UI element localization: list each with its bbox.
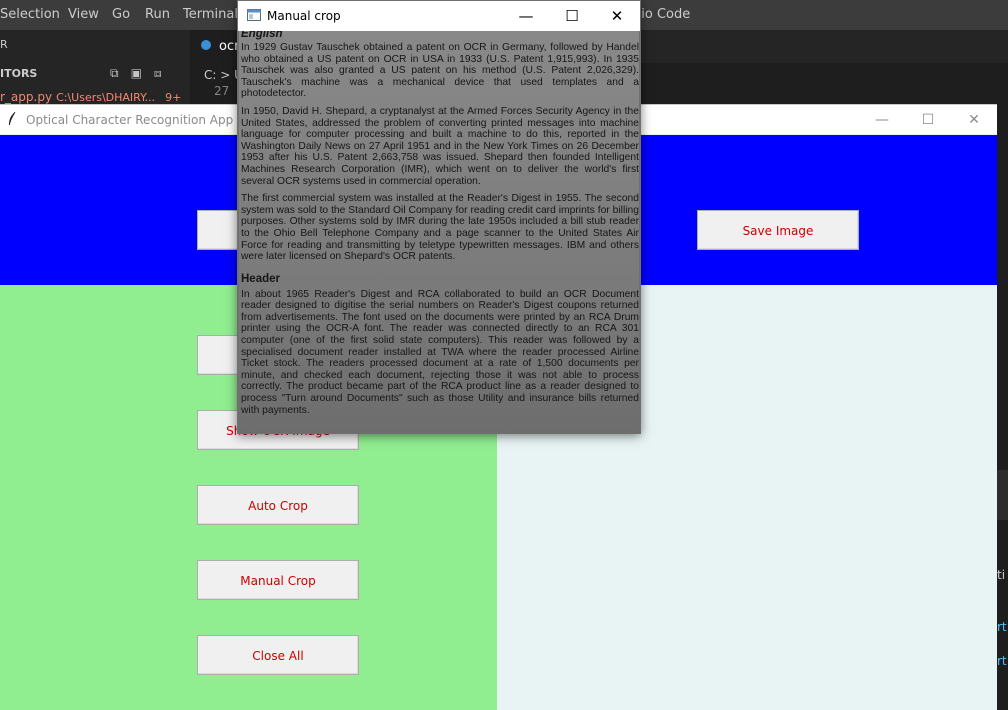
window-app-icon — [247, 9, 261, 21]
save-all-icon[interactable]: ▣ — [131, 66, 154, 80]
maximize-icon[interactable]: ☐ — [550, 4, 594, 28]
document-paragraph: In 1950, David H. Shepard, a cryptanalys… — [241, 105, 639, 187]
minimize-icon[interactable]: — — [504, 4, 548, 28]
save-image-button[interactable]: Save Image — [697, 210, 859, 250]
menu-terminal[interactable]: Terminal — [183, 7, 238, 22]
code-fragment: ti — [997, 568, 1006, 582]
open-editor-path: C:\Users\DHAIRY... — [56, 91, 156, 104]
close-icon[interactable]: ✕ — [954, 109, 994, 131]
vscode-window-title: dio Code — [633, 7, 691, 22]
code-fragment: rt — [997, 654, 1007, 668]
line-number: 27 — [214, 84, 230, 98]
code-fragment: rt — [997, 620, 1007, 634]
close-all-button[interactable]: Close All — [197, 635, 359, 675]
auto-crop-button[interactable]: Auto Crop — [197, 485, 359, 525]
new-file-icon[interactable]: ⧉ — [110, 66, 131, 80]
document-heading: English — [241, 31, 283, 40]
document-paragraph: In 1929 Gustav Tauschek obtained a paten… — [241, 42, 639, 100]
minimize-icon[interactable]: — — [862, 109, 902, 131]
scanned-document-text: English In 1929 Gustav Tauschek obtained… — [241, 31, 639, 422]
ocr-app-title: Optical Character Recognition App — [26, 113, 234, 127]
problems-badge: 9+ — [165, 91, 182, 104]
menu-go[interactable]: Go — [112, 7, 130, 22]
sidebar-header: R — [0, 38, 8, 51]
menu-run[interactable]: Run — [145, 7, 170, 22]
manual-crop-window: Manual crop — ☐ ✕ English In 1929 Gustav… — [237, 0, 641, 434]
menu-selection[interactable]: Selection — [0, 7, 60, 22]
manual-crop-titlebar[interactable]: Manual crop — ☐ ✕ — [238, 1, 640, 31]
python-file-icon — [201, 40, 211, 50]
open-editor-item[interactable]: r_app.py C:\Users\DHAIRY... 9+ — [0, 90, 181, 104]
menu-view[interactable]: View — [68, 7, 99, 22]
vscode-edge-panel — [997, 470, 1008, 520]
tk-feather-icon — [9, 112, 16, 125]
open-editors-actions[interactable]: ⧉▣⧈ — [110, 66, 174, 81]
manual-crop-button[interactable]: Manual Crop — [197, 560, 359, 600]
document-paragraph: The first commercial system was installe… — [241, 193, 639, 263]
close-icon[interactable]: ✕ — [595, 4, 639, 28]
open-editor-filename: r_app.py — [0, 90, 53, 104]
manual-crop-title: Manual crop — [267, 9, 341, 23]
open-editors-header[interactable]: ITORS — [0, 67, 37, 80]
document-heading: Header — [241, 272, 280, 285]
cropped-document-image[interactable]: English In 1929 Gustav Tauschek obtained… — [239, 31, 639, 433]
maximize-icon[interactable]: ☐ — [908, 109, 948, 131]
document-paragraph: In about 1965 Reader's Digest and RCA co… — [241, 288, 639, 416]
close-all-icon[interactable]: ⧈ — [154, 66, 174, 80]
